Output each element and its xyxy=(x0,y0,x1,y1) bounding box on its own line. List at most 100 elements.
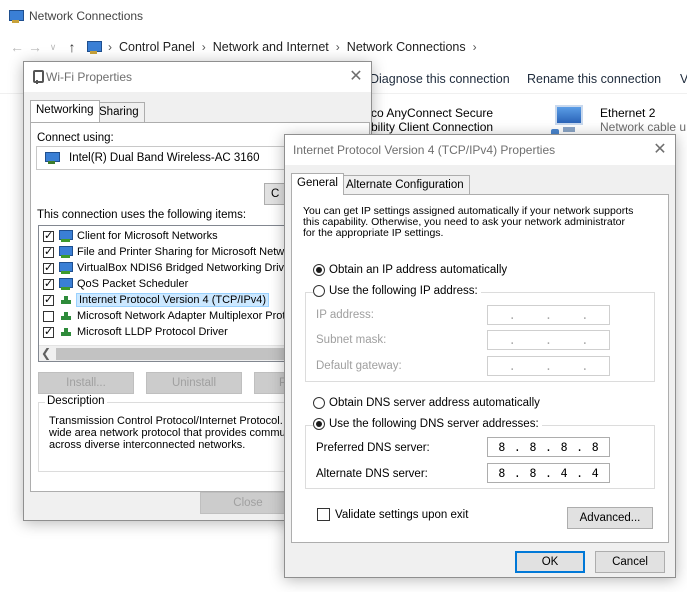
item-checkbox[interactable] xyxy=(43,310,54,322)
item-checkbox[interactable] xyxy=(43,245,54,258)
command-overflow[interactable]: V xyxy=(680,72,687,86)
recent-chevron-icon[interactable]: ∨ xyxy=(44,42,62,53)
validate-checkbox[interactable] xyxy=(317,508,330,521)
item-checkbox[interactable] xyxy=(43,325,54,338)
anyconnect-connection[interactable]: co AnyConnect Secure bility Client Conne… xyxy=(371,106,493,134)
ethernet-2-connection[interactable]: Ethernet 2 Network cable u lap xyxy=(600,106,687,134)
wifi-adapter-icon xyxy=(32,70,44,84)
subnet-mask-label: Subnet mask: xyxy=(316,334,387,346)
list-item[interactable]: VirtualBox NDIS6 Bridged Networking Driv… xyxy=(43,260,294,276)
breadcrumb-network-connections[interactable]: Network Connections xyxy=(347,40,466,54)
default-gateway-field[interactable]: ... xyxy=(487,356,610,376)
intro-text: You can get IP settings assigned automat… xyxy=(303,206,633,239)
protocol-icon xyxy=(59,310,73,322)
scroll-left-icon[interactable]: ❮ xyxy=(41,346,51,360)
item-label: QoS Packet Scheduler xyxy=(77,278,189,290)
close-icon[interactable]: ✕ xyxy=(346,66,366,86)
diagnose-connection-button[interactable]: Diagnose this connection xyxy=(370,72,510,86)
dialog-title: Wi-Fi Properties xyxy=(46,70,133,84)
ip-manual-label: Use the following IP address: xyxy=(329,285,478,297)
connection-name: bility Client Connection xyxy=(371,120,494,134)
preferred-dns-field[interactable]: 8. 8. 8. 8 xyxy=(487,437,610,457)
item-label: Microsoft Network Adapter Multiplexor Pr… xyxy=(77,310,298,322)
forward-arrow-icon[interactable]: → xyxy=(26,39,44,55)
network-connections-icon xyxy=(8,9,24,23)
dns-auto-radio[interactable] xyxy=(313,397,325,409)
close-icon[interactable]: ✕ xyxy=(650,139,670,159)
dns-auto-option[interactable]: Obtain DNS server address automatically xyxy=(313,397,540,409)
ethernet-adapter-icon[interactable] xyxy=(551,103,587,137)
list-item[interactable]: File and Printer Sharing for Microsoft N… xyxy=(43,244,296,260)
list-item[interactable]: Microsoft LLDP Protocol Driver xyxy=(43,324,228,340)
adapter-name: Intel(R) Dual Band Wireless-AC 3160 xyxy=(69,152,260,164)
close-button[interactable]: Close xyxy=(200,492,296,514)
window-titlebar: Network Connections xyxy=(8,6,143,26)
dns-manual-radio[interactable] xyxy=(313,418,325,430)
advanced-button[interactable]: Advanced... xyxy=(567,507,653,529)
tab-strip: General Alternate Configuration xyxy=(291,173,671,196)
list-item[interactable]: QoS Packet Scheduler xyxy=(43,276,188,292)
dns-auto-label: Obtain DNS server address automatically xyxy=(329,397,540,409)
uninstall-button[interactable]: Uninstall xyxy=(146,372,242,394)
ip-address-field[interactable]: ... xyxy=(487,305,610,325)
dialog-title: Internet Protocol Version 4 (TCP/IPv4) P… xyxy=(293,143,556,157)
connection-name: Ethernet 2 xyxy=(600,106,656,120)
connection-status: Network cable u xyxy=(600,120,687,134)
preferred-dns-label: Preferred DNS server: xyxy=(316,442,430,454)
item-label: Client for Microsoft Networks xyxy=(77,230,218,242)
protocol-icon xyxy=(59,294,73,306)
network-adapter-icon xyxy=(45,152,60,164)
tab-alternate-configuration[interactable]: Alternate Configuration xyxy=(340,175,470,195)
tab-strip: Networking Sharing xyxy=(30,100,370,123)
ip-auto-radio[interactable] xyxy=(313,264,325,276)
network-service-icon xyxy=(59,262,73,274)
list-item[interactable]: Client for Microsoft Networks xyxy=(43,228,218,244)
breadcrumb-control-panel[interactable]: Control Panel xyxy=(119,40,195,54)
tab-general[interactable]: General xyxy=(291,173,344,195)
item-label: File and Printer Sharing for Microsoft N… xyxy=(77,246,297,258)
list-item-selected[interactable]: Internet Protocol Version 4 (TCP/IPv4) xyxy=(43,292,270,308)
connect-using-label: Connect using: xyxy=(37,132,114,144)
list-item[interactable]: Microsoft Network Adapter Multiplexor Pr… xyxy=(43,308,297,324)
item-label: Microsoft LLDP Protocol Driver xyxy=(77,326,228,338)
dialog-titlebar: Wi-Fi Properties ✕ xyxy=(24,62,371,92)
alternate-dns-field[interactable]: 8. 8. 4. 4 xyxy=(487,463,610,483)
item-checkbox[interactable] xyxy=(43,261,54,274)
up-arrow-icon[interactable]: ↑ xyxy=(62,39,82,55)
validate-label: Validate settings upon exit xyxy=(335,508,469,521)
ok-button[interactable]: OK xyxy=(515,551,585,573)
network-client-icon xyxy=(59,230,73,242)
cancel-button[interactable]: Cancel xyxy=(595,551,665,573)
rename-connection-button[interactable]: Rename this connection xyxy=(527,72,661,86)
octet: 8 xyxy=(529,440,537,454)
breadcrumb-network-and-internet[interactable]: Network and Internet xyxy=(213,40,329,54)
dialog-titlebar: Internet Protocol Version 4 (TCP/IPv4) P… xyxy=(285,135,675,165)
item-checkbox[interactable] xyxy=(43,277,54,290)
breadcrumb-separator-icon[interactable]: › xyxy=(473,40,477,54)
validate-option[interactable]: Validate settings upon exit xyxy=(317,508,468,521)
breadcrumb-separator-icon[interactable]: › xyxy=(202,40,206,54)
item-checkbox[interactable] xyxy=(43,229,54,242)
back-arrow-icon[interactable]: ← xyxy=(8,39,26,55)
install-button[interactable]: Install... xyxy=(38,372,134,394)
breadcrumb-separator-icon: › xyxy=(108,40,112,54)
dns-manual-option[interactable]: Use the following DNS server addresses: xyxy=(313,418,542,430)
tab-sharing[interactable]: Sharing xyxy=(93,102,145,122)
breadcrumb-separator-icon[interactable]: › xyxy=(336,40,340,54)
ip-auto-option[interactable]: Obtain an IP address automatically xyxy=(313,264,507,276)
subnet-mask-field[interactable]: ... xyxy=(487,330,610,350)
network-service-icon xyxy=(59,246,73,258)
description-label: Description xyxy=(45,395,107,407)
ip-manual-radio[interactable] xyxy=(313,285,325,297)
network-service-icon xyxy=(59,278,73,290)
scrollbar-thumb[interactable] xyxy=(56,348,306,360)
ip-manual-option[interactable]: Use the following IP address: xyxy=(313,285,481,297)
ip-address-label: IP address: xyxy=(316,309,374,321)
address-bar: ← → ∨ ↑ › Control Panel › Network and In… xyxy=(0,36,687,58)
octet: 8 xyxy=(529,466,537,480)
item-label: Internet Protocol Version 4 (TCP/IPv4) xyxy=(75,293,270,307)
tab-networking[interactable]: Networking xyxy=(30,100,100,122)
item-checkbox[interactable] xyxy=(43,293,54,306)
location-icon xyxy=(86,40,102,54)
default-gateway-label: Default gateway: xyxy=(316,360,402,372)
